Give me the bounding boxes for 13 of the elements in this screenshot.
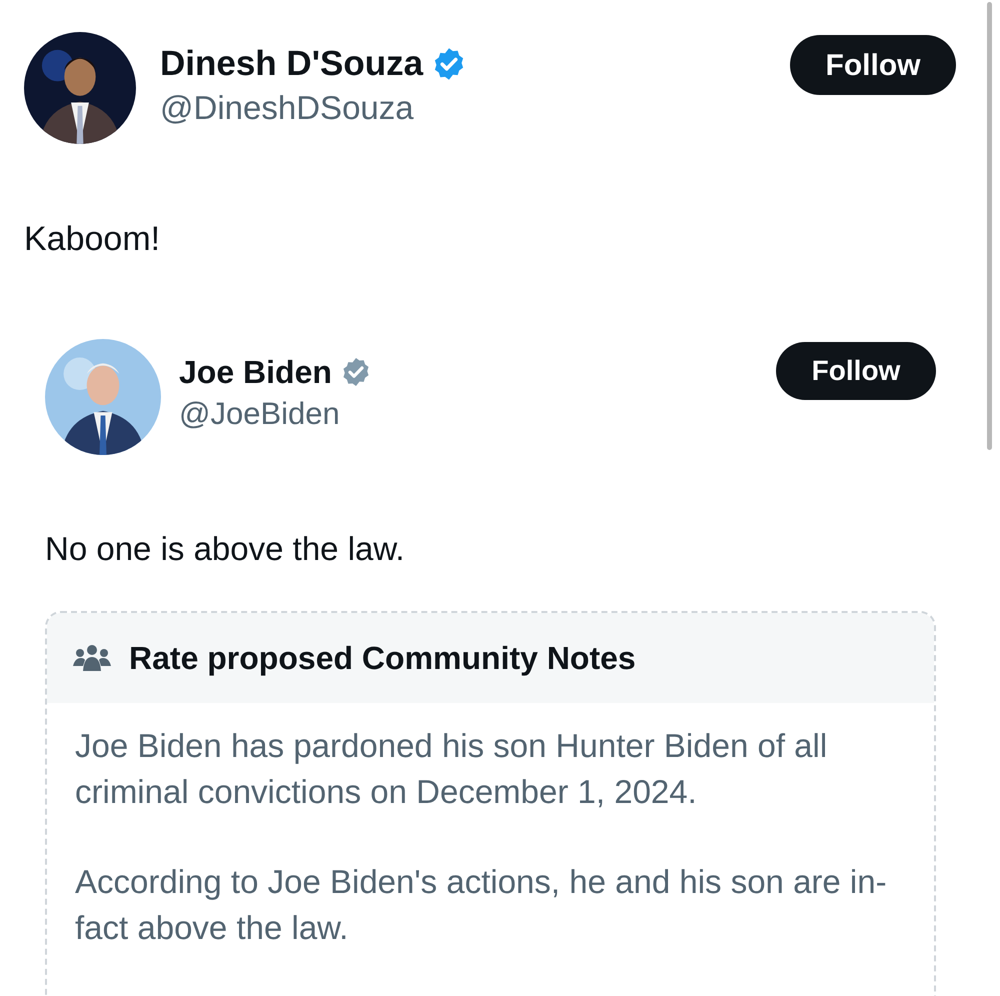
follow-button[interactable]: Follow (790, 35, 956, 95)
notes-title: Rate proposed Community Notes (129, 639, 636, 678)
author-handle: @JoeBiden (179, 395, 341, 433)
quoted-post-text: No one is above the law. (45, 529, 406, 569)
author-handle: @DineshDSouza (160, 88, 415, 128)
people-icon (73, 644, 111, 672)
note-paragraph: Joe Biden has pardoned his son Hunter Biden of all criminal convictions on December 1, 2024. (75, 726, 828, 812)
scrollbar[interactable] (987, 2, 992, 450)
author-name: Joe Biden (179, 353, 332, 392)
author-name: Dinesh D'Souza (160, 43, 424, 85)
post-text: Kaboom! (24, 219, 162, 260)
note-paragraph: According to Joe Biden's actions, he and his son are in-fact above the law. (75, 862, 888, 948)
follow-button[interactable]: Follow (776, 342, 936, 400)
